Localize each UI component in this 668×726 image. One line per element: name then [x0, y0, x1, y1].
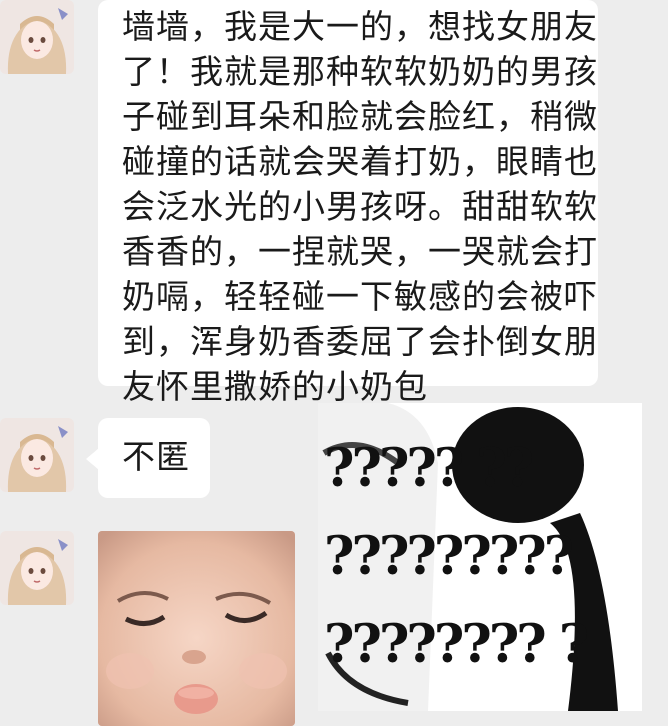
message-line: 奶嗝，轻轻碰一下敏感的会被吓 [122, 277, 598, 316]
meme-caption: ???????? ? [324, 614, 589, 675]
meme-caption: ????? ?? [324, 438, 534, 499]
message-text: 不匿 [122, 437, 190, 476]
avatar-icon[interactable] [0, 531, 74, 605]
message-line: 碰撞的话就会哭着打奶，眼睛也 [122, 142, 598, 181]
meme-caption: ????????? [324, 526, 574, 587]
avatar-icon[interactable] [0, 418, 74, 492]
baby-photo-image[interactable] [98, 531, 295, 726]
message-line: 墙墙，我是大一的，想找女朋友 [122, 7, 598, 46]
message-line: 了！我就是那种软软奶奶的男孩 [122, 52, 598, 91]
message-line: 会泛水光的小男孩呀。甜甜软软 [122, 187, 598, 226]
message-bubble[interactable]: 不匿 [86, 418, 210, 498]
message-bubble[interactable]: 墙墙，我是大一的，想找女朋友 了！我就是那种软软奶奶的男孩 子碰到耳朵和脸就会脸… [98, 0, 598, 406]
meme-image[interactable]: ????? ?? ????????? ???????? ? [318, 403, 642, 711]
message-line: 香香的，一捏就哭，一哭就会打 [122, 232, 598, 271]
bubble-tail [86, 448, 99, 470]
avatar-icon[interactable] [0, 0, 74, 74]
message-line: 子碰到耳朵和脸就会脸红，稍微 [122, 97, 598, 136]
message-line: 到，浑身奶香委屈了会扑倒女朋 [122, 322, 598, 361]
